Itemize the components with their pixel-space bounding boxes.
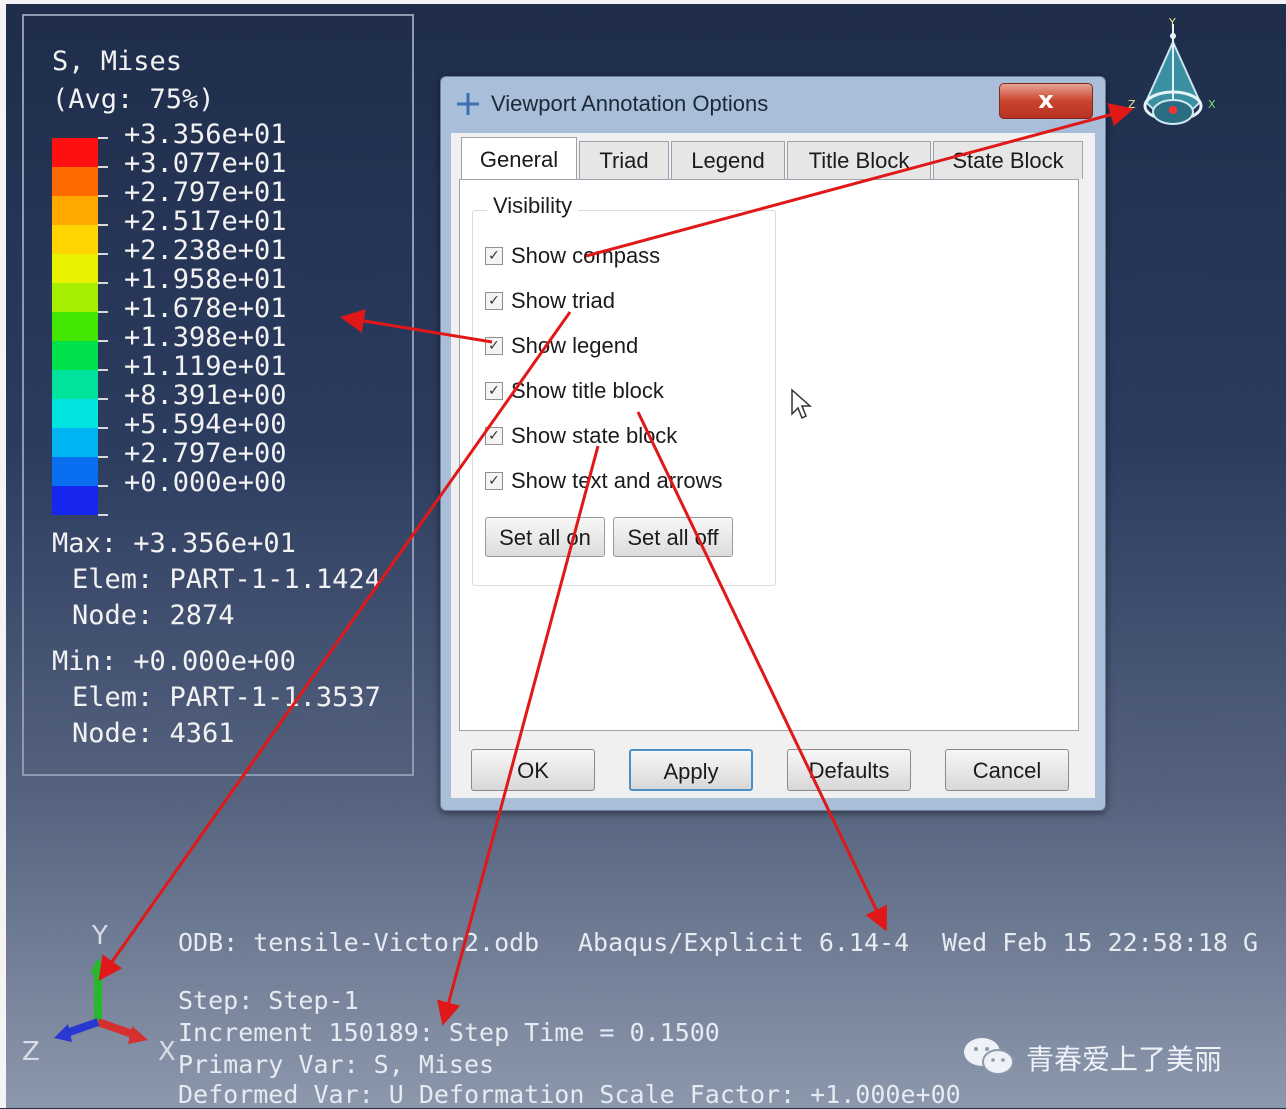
- wechat-watermark: 青春爱上了美丽: [962, 1034, 1252, 1078]
- wechat-icon: [964, 1038, 1014, 1075]
- arrow-to-state-block: [437, 445, 600, 1026]
- arrow-to-title-block: [636, 411, 888, 932]
- watermark-text: 青春爱上了美丽: [1026, 1043, 1223, 1076]
- arrow-to-triad: [98, 311, 572, 981]
- arrow-to-compass: [585, 103, 1134, 258]
- annotation-arrows: [98, 103, 1134, 1026]
- arrow-to-legend: [340, 309, 493, 344]
